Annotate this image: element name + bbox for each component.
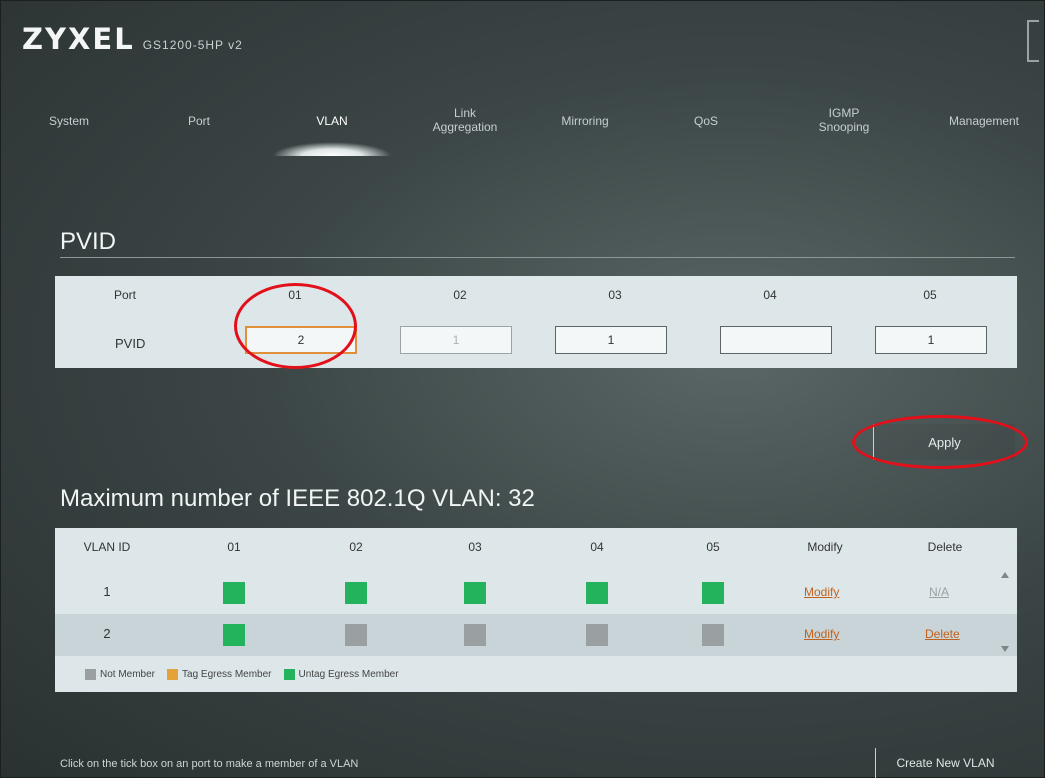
delete-link-disabled: N/A (929, 585, 950, 599)
device-model: GS1200-5HP v2 (142, 38, 243, 52)
table-row: 1 Modify N/A (55, 572, 1017, 614)
create-new-vlan-button[interactable]: Create New VLAN (875, 748, 1015, 778)
vlan-title: Maximum number of IEEE 802.1Q VLAN: 32 (60, 485, 535, 512)
modify-link[interactable]: Modify (804, 627, 839, 641)
legend-label: Not Member (100, 669, 156, 680)
member-checkbox-04[interactable] (586, 624, 608, 646)
legend: Not Member Tag Egress Member Untag Egres… (85, 669, 411, 680)
legend-item-untag-egress: Untag Egress Member (283, 669, 399, 680)
col-header-04: 04 (590, 540, 604, 554)
member-checkbox-01[interactable] (223, 582, 245, 604)
port-header-03: 03 (608, 288, 622, 302)
member-checkbox-03[interactable] (464, 624, 486, 646)
apply-button[interactable]: Apply (873, 424, 1015, 460)
tab-link-aggregation[interactable]: Link Aggregation (426, 106, 504, 134)
col-header-03: 03 (468, 540, 482, 554)
zyxel-logo: ZYXEL (22, 22, 135, 56)
pvid-input-02[interactable] (400, 326, 512, 354)
tab-qos[interactable]: QoS (686, 114, 726, 128)
hint-text: Click on the tick box on an port to make… (60, 758, 359, 770)
col-header-05: 05 (706, 540, 720, 554)
main-nav: System Port VLAN Link Aggregation Mirror… (34, 106, 1034, 166)
scroll-up-icon[interactable] (1001, 572, 1009, 578)
port-header-02: 02 (453, 288, 467, 302)
port-header-04: 04 (763, 288, 777, 302)
legend-item-not-member: Not Member (85, 669, 155, 680)
modify-link[interactable]: Modify (804, 585, 839, 599)
col-header-01: 01 (227, 540, 241, 554)
tab-igmp-snooping[interactable]: IGMP Snooping (812, 106, 876, 134)
tab-management[interactable]: Management (934, 114, 1034, 128)
col-header-delete: Delete (927, 540, 963, 554)
member-checkbox-05[interactable] (702, 624, 724, 646)
member-checkbox-02[interactable] (345, 582, 367, 604)
legend-label: Untag Egress Member (298, 669, 399, 680)
member-checkbox-04[interactable] (586, 582, 608, 604)
section-divider (60, 257, 1015, 258)
member-checkbox-05[interactable] (702, 582, 724, 604)
pvid-input-04[interactable] (720, 326, 832, 354)
pvid-input-05[interactable] (875, 326, 987, 354)
vlan-id-cell: 2 (103, 626, 111, 641)
vlan-id-cell: 1 (103, 584, 111, 599)
not-member-swatch (85, 669, 96, 680)
pvid-row-label: PVID (115, 336, 146, 351)
scroll-down-icon[interactable] (1001, 646, 1009, 652)
tab-system[interactable]: System (34, 114, 104, 128)
col-header-modify: Modify (807, 540, 843, 554)
member-checkbox-03[interactable] (464, 582, 486, 604)
vlan-table: VLAN ID 01 02 03 04 05 Modify Delete 1 M… (55, 528, 1017, 692)
tag-egress-swatch (167, 669, 179, 680)
port-header-01: 01 (288, 288, 302, 302)
port-header-05: 05 (923, 288, 937, 302)
member-checkbox-01[interactable] (223, 624, 245, 646)
brand: ZYXEL GS1200-5HP v2 (22, 22, 243, 56)
untag-egress-swatch (283, 669, 295, 680)
pvid-title: PVID (60, 228, 117, 255)
legend-label: Tag Egress Member (182, 669, 272, 680)
legend-item-tag-egress: Tag Egress Member (167, 669, 272, 680)
vertical-scrollbar[interactable] (1001, 572, 1009, 656)
tab-port[interactable]: Port (179, 114, 219, 128)
logout-icon[interactable] (1027, 20, 1039, 62)
pvid-input-03[interactable] (555, 326, 667, 354)
col-header-vlan-id: VLAN ID (83, 540, 131, 554)
pvid-panel: Port 01 02 03 04 05 PVID (55, 276, 1017, 368)
table-row: 2 Modify Delete (55, 614, 1017, 656)
delete-link[interactable]: Delete (925, 627, 960, 641)
tab-vlan[interactable]: VLAN (302, 114, 362, 128)
col-header-02: 02 (349, 540, 363, 554)
member-checkbox-02[interactable] (345, 624, 367, 646)
active-tab-indicator (272, 142, 392, 156)
port-header: Port (113, 288, 136, 302)
pvid-input-01[interactable] (245, 326, 357, 354)
tab-mirroring[interactable]: Mirroring (549, 114, 621, 128)
